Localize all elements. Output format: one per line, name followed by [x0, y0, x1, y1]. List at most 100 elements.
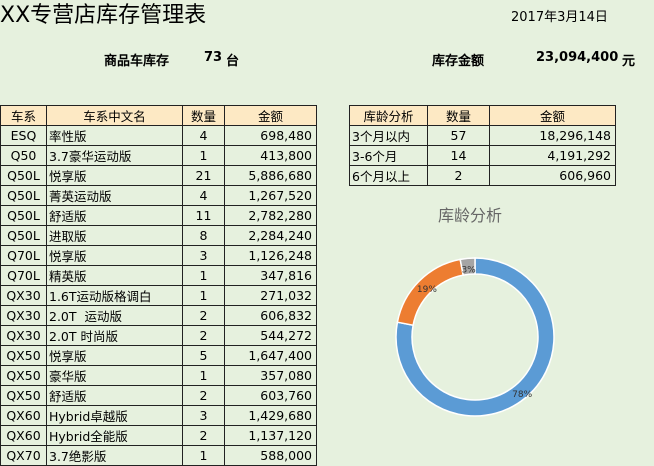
cell-quantity[interactable]: 1 [182, 285, 225, 306]
cell-cn-name[interactable]: 菁英运动版 [46, 185, 183, 206]
cell-quantity[interactable]: 1 [182, 145, 225, 166]
cell-amount[interactable]: 1,137,120 [224, 425, 317, 446]
header-quantity: 数量 [182, 105, 225, 126]
cell-cn-name[interactable]: 2.0T 运动版 [46, 305, 183, 326]
cell-quantity[interactable]: 57 [427, 125, 490, 146]
report-date: 2017年3月14日 [511, 10, 608, 25]
cell-series[interactable]: QX50 [0, 345, 47, 366]
cell-amount[interactable]: 1,267,520 [224, 185, 317, 206]
cell-series[interactable]: QX60 [0, 425, 47, 446]
cell-cn-name[interactable]: 率性版 [46, 125, 183, 146]
table-row: QX30 2.0T 运动版 2 606,832 [0, 305, 317, 326]
cell-cn-name[interactable]: 2.0T 时尚版 [46, 325, 183, 346]
table-row: Q50L 菁英运动版 4 1,267,520 [0, 185, 317, 206]
cell-quantity[interactable]: 14 [427, 145, 490, 166]
amount-label: 库存金额 [432, 54, 485, 69]
aging-donut-chart[interactable]: 78% 19% 3% [380, 242, 570, 432]
cell-amount[interactable]: 271,032 [224, 285, 317, 306]
cell-series[interactable]: QX70 [0, 445, 47, 466]
table-row: QX50 舒适版 2 603,760 [0, 385, 317, 406]
cell-series[interactable]: Q50L [0, 205, 47, 226]
cell-quantity[interactable]: 11 [182, 205, 225, 226]
cell-series[interactable]: QX30 [0, 305, 47, 326]
cell-amount[interactable]: 18,296,148 [489, 125, 616, 146]
cell-aging-range[interactable]: 3-6个月 [349, 145, 428, 166]
table-row: QX30 1.6T运动版格调白 1 271,032 [0, 285, 317, 306]
cell-amount[interactable]: 5,886,680 [224, 165, 317, 186]
table-row: QX30 2.0T 时尚版 2 544,272 [0, 325, 317, 346]
cell-series[interactable]: ESQ [0, 125, 47, 146]
cell-series[interactable]: Q70L [0, 245, 47, 266]
cell-quantity[interactable]: 4 [182, 185, 225, 206]
cell-amount[interactable]: 606,960 [489, 165, 616, 186]
cell-quantity[interactable]: 1 [182, 265, 225, 286]
stock-label: 商品车库存 [104, 54, 170, 69]
cell-series[interactable]: Q50 [0, 145, 47, 166]
cell-cn-name[interactable]: 豪华版 [46, 365, 183, 386]
cell-cn-name[interactable]: Hybrid全能版 [46, 425, 183, 446]
table-row: QX60 Hybrid卓越版 3 1,429,680 [0, 405, 317, 426]
chart-title: 库龄分析 [438, 206, 503, 225]
cell-amount[interactable]: 4,191,292 [489, 145, 616, 166]
cell-cn-name[interactable]: 3.7豪华运动版 [46, 145, 183, 166]
cell-quantity[interactable]: 8 [182, 225, 225, 246]
cell-aging-range[interactable]: 6个月以上 [349, 165, 428, 186]
cell-series[interactable]: QX50 [0, 385, 47, 406]
cell-cn-name[interactable]: 舒适版 [46, 205, 183, 226]
cell-cn-name[interactable]: 悦享版 [46, 345, 183, 366]
table-row: QX60 Hybrid全能版 2 1,137,120 [0, 425, 317, 446]
table-row: QX50 悦享版 5 1,647,400 [0, 345, 317, 366]
cell-cn-name[interactable]: 精英版 [46, 265, 183, 286]
cell-cn-name[interactable]: 悦享版 [46, 245, 183, 266]
cell-amount[interactable]: 357,080 [224, 365, 317, 386]
cell-aging-range[interactable]: 3个月以内 [349, 125, 428, 146]
cell-amount[interactable]: 603,760 [224, 385, 317, 406]
cell-cn-name[interactable]: 1.6T运动版格调白 [46, 285, 183, 306]
cell-quantity[interactable]: 1 [182, 445, 225, 466]
cell-amount[interactable]: 2,782,280 [224, 205, 317, 226]
cell-series[interactable]: QX30 [0, 325, 47, 346]
cell-series[interactable]: Q50L [0, 165, 47, 186]
amount-value: 23,094,400 [536, 50, 619, 65]
cell-amount[interactable]: 544,272 [224, 325, 317, 346]
cell-quantity[interactable]: 5 [182, 345, 225, 366]
table-row: 3个月以内 57 18,296,148 [349, 125, 616, 146]
cell-amount[interactable]: 1,126,248 [224, 245, 317, 266]
cell-amount[interactable]: 588,000 [224, 445, 317, 466]
cell-amount[interactable]: 347,816 [224, 265, 317, 286]
cell-series[interactable]: Q50L [0, 225, 47, 246]
header-amount: 金额 [489, 105, 616, 126]
cell-quantity[interactable]: 1 [182, 365, 225, 386]
cell-quantity[interactable]: 4 [182, 125, 225, 146]
cell-amount[interactable]: 1,647,400 [224, 345, 317, 366]
cell-cn-name[interactable]: 进取版 [46, 225, 183, 246]
cell-amount[interactable]: 413,800 [224, 145, 317, 166]
cell-quantity[interactable]: 2 [182, 425, 225, 446]
cell-quantity[interactable]: 21 [182, 165, 225, 186]
table-row: Q50L 进取版 8 2,284,240 [0, 225, 317, 246]
cell-quantity[interactable]: 2 [427, 165, 490, 186]
header-amount: 金额 [224, 105, 317, 126]
cell-quantity[interactable]: 3 [182, 405, 225, 426]
cell-series[interactable]: QX60 [0, 405, 47, 426]
cell-quantity[interactable]: 2 [182, 305, 225, 326]
cell-series[interactable]: Q50L [0, 185, 47, 206]
cell-quantity[interactable]: 2 [182, 385, 225, 406]
cell-cn-name[interactable]: 舒适版 [46, 385, 183, 406]
cell-amount[interactable]: 2,284,240 [224, 225, 317, 246]
cell-series[interactable]: QX30 [0, 285, 47, 306]
cell-amount[interactable]: 606,832 [224, 305, 317, 326]
cell-quantity[interactable]: 2 [182, 325, 225, 346]
cell-cn-name[interactable]: 3.7绝影版 [46, 445, 183, 466]
table-row: 6个月以上 2 606,960 [349, 165, 616, 186]
cell-cn-name[interactable]: 悦享版 [46, 165, 183, 186]
header-cn-name: 车系中文名 [46, 105, 183, 126]
cell-cn-name[interactable]: Hybrid卓越版 [46, 405, 183, 426]
cell-amount[interactable]: 1,429,680 [224, 405, 317, 426]
cell-series[interactable]: QX50 [0, 365, 47, 386]
amount-unit: 元 [622, 54, 636, 69]
cell-amount[interactable]: 698,480 [224, 125, 317, 146]
donut-label-2: 3% [461, 265, 476, 275]
cell-series[interactable]: Q70L [0, 265, 47, 286]
cell-quantity[interactable]: 3 [182, 245, 225, 266]
